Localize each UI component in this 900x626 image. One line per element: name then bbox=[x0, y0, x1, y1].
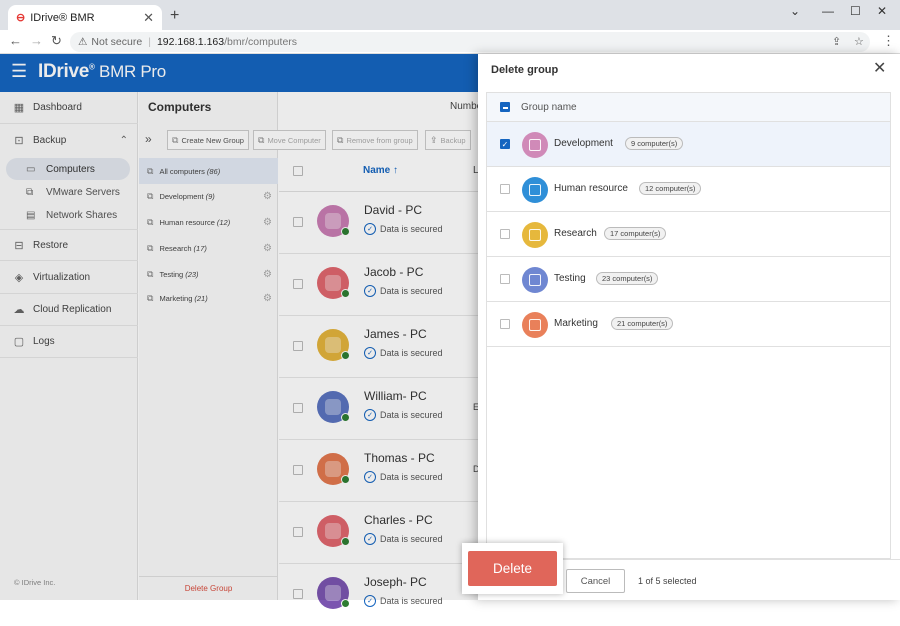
browser-tabstrip: ⊖ IDrive® BMR ✕ + ⌄ — ☐ ✕ bbox=[0, 0, 900, 30]
group-name: Research bbox=[554, 228, 597, 239]
group-avatar-icon bbox=[522, 267, 548, 293]
reload-icon[interactable]: ↻ bbox=[51, 33, 62, 49]
maximize-icon[interactable]: ☐ bbox=[850, 4, 861, 18]
tab-close-icon[interactable]: ✕ bbox=[143, 10, 154, 26]
window-close-icon[interactable]: ✕ bbox=[877, 4, 887, 18]
url-path: /bmr/computers bbox=[224, 36, 298, 48]
selection-count: 1 of 5 selected bbox=[638, 576, 697, 586]
group-list-header: Group name bbox=[486, 92, 891, 122]
new-tab-button[interactable]: + bbox=[170, 7, 179, 25]
group-checkbox[interactable]: ✓ bbox=[500, 139, 510, 149]
back-icon[interactable]: ← bbox=[9, 33, 22, 48]
browser-tab-title: IDrive® BMR bbox=[30, 11, 95, 24]
browser-toolbar: ← → ↻ ⚠ Not secure | 192.168.1.163/bmr/c… bbox=[0, 30, 900, 54]
computer-count-badge: 9 computer(s) bbox=[625, 137, 684, 150]
bookmark-star-icon[interactable]: ☆ bbox=[854, 35, 864, 48]
close-icon[interactable]: ✕ bbox=[873, 58, 886, 78]
group-row-marketing[interactable]: Marketing 21 computer(s) bbox=[486, 302, 891, 347]
group-row-testing[interactable]: Testing 23 computer(s) bbox=[486, 257, 891, 302]
group-name: Development bbox=[554, 138, 613, 149]
group-row-human-resource[interactable]: Human resource 12 computer(s) bbox=[486, 167, 891, 212]
group-checkbox[interactable] bbox=[500, 319, 510, 329]
delete-group-dialog: Delete group ✕ Group name ✓ Development … bbox=[478, 54, 900, 600]
computer-count-badge: 23 computer(s) bbox=[596, 272, 659, 285]
group-list-empty-area bbox=[486, 347, 891, 559]
group-checkbox[interactable] bbox=[500, 274, 510, 284]
modal-overlay bbox=[0, 54, 478, 600]
chevron-down-icon[interactable]: ⌄ bbox=[790, 4, 800, 18]
url-host: 192.168.1.163 bbox=[156, 36, 225, 48]
group-name: Human resource bbox=[554, 183, 628, 194]
group-name: Testing bbox=[554, 273, 586, 284]
forward-icon[interactable]: → bbox=[30, 33, 43, 48]
group-avatar-icon bbox=[522, 222, 548, 248]
dialog-title: Delete group bbox=[491, 64, 559, 76]
group-name: Marketing bbox=[554, 318, 598, 329]
share-icon[interactable]: ⇪ bbox=[832, 35, 841, 48]
group-avatar-icon bbox=[522, 132, 548, 158]
computer-count-badge: 21 computer(s) bbox=[611, 317, 674, 330]
browser-tab[interactable]: ⊖ IDrive® BMR ✕ bbox=[8, 5, 162, 30]
url-separator: | bbox=[148, 36, 151, 48]
delete-button[interactable]: Delete bbox=[468, 551, 557, 586]
group-checkbox[interactable] bbox=[500, 184, 510, 194]
not-secure-label: Not secure bbox=[91, 36, 143, 48]
minimize-icon[interactable]: — bbox=[822, 4, 834, 18]
online-status-icon bbox=[341, 599, 350, 608]
group-name-column-header: Group name bbox=[521, 102, 577, 113]
browser-menu-icon[interactable]: ⋮ bbox=[882, 33, 895, 49]
group-row-research[interactable]: Research 17 computer(s) bbox=[486, 212, 891, 257]
delete-button-highlight: Delete bbox=[462, 543, 563, 594]
warning-icon: ⚠ bbox=[78, 36, 88, 48]
idrive-favicon-icon: ⊖ bbox=[16, 12, 26, 24]
cancel-button[interactable]: Cancel bbox=[566, 569, 625, 593]
group-avatar-icon bbox=[522, 177, 548, 203]
address-bar[interactable]: ⚠ Not secure | 192.168.1.163/bmr/compute… bbox=[70, 32, 870, 52]
group-avatar-icon bbox=[522, 312, 548, 338]
computer-count-badge: 12 computer(s) bbox=[639, 182, 702, 195]
select-all-groups-checkbox[interactable] bbox=[500, 102, 510, 112]
computer-count-badge: 17 computer(s) bbox=[604, 227, 667, 240]
group-checkbox[interactable] bbox=[500, 229, 510, 239]
group-row-development[interactable]: ✓ Development 9 computer(s) bbox=[486, 122, 891, 167]
